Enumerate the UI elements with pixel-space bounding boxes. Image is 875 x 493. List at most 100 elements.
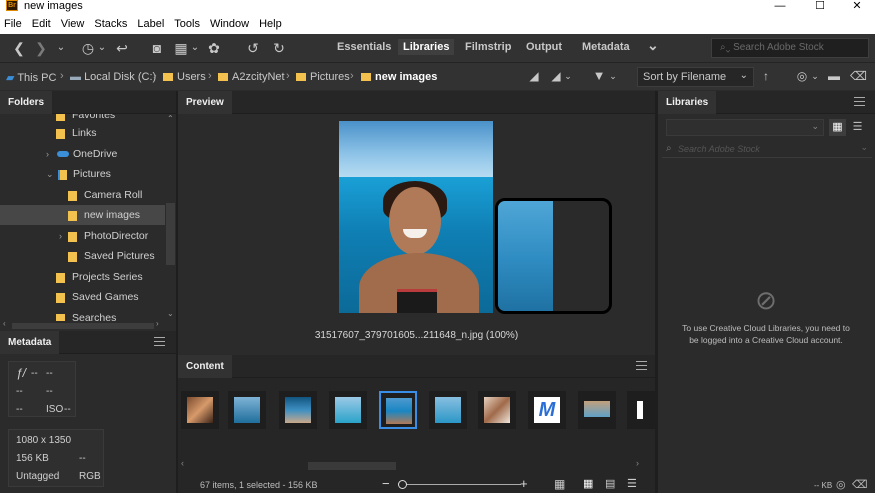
close-button[interactable]: ✕ — [842, 0, 872, 12]
tree-item-saved-pictures[interactable]: Saved Pictures — [0, 246, 165, 266]
chevron-down-icon[interactable]: ⌄ — [46, 164, 54, 184]
thumbnail[interactable] — [329, 391, 367, 429]
chevron-down-icon[interactable]: ⌄ — [190, 39, 200, 57]
thumbnail[interactable] — [478, 391, 516, 429]
chevron-right-icon[interactable]: › — [46, 144, 49, 164]
tree-item-pictures[interactable]: ⌄ Pictures — [0, 164, 165, 184]
view-thumbnails-icon[interactable]: ▦ — [583, 477, 593, 490]
creative-cloud-icon[interactable]: ◎ — [836, 478, 846, 491]
menu-tools[interactable]: Tools — [174, 18, 200, 30]
tree-item-projects-series[interactable]: Projects Series — [0, 267, 165, 287]
metadata-tab[interactable]: Metadata — [0, 331, 60, 354]
chevron-down-icon[interactable]: ⌄ — [563, 67, 573, 85]
chevron-right-icon[interactable]: › — [59, 226, 62, 246]
boomerang-icon[interactable]: ↩ — [114, 39, 130, 57]
list-view-icon[interactable]: ☰ — [849, 119, 866, 136]
rotate-right-icon[interactable]: ↻ — [270, 39, 288, 57]
open-in-camera-raw-icon[interactable]: ✿ — [205, 39, 223, 57]
sort-by-dropdown[interactable]: Sort by Filename ⌄ — [637, 67, 754, 87]
breadcrumb-a2zcitynet[interactable]: A2zcityNet — [218, 71, 285, 83]
thumbnail[interactable] — [181, 391, 219, 429]
minimize-button[interactable]: — — [765, 0, 795, 12]
preview-tab[interactable]: Preview — [178, 91, 232, 114]
scroll-up-icon[interactable]: ⌃ — [167, 114, 174, 123]
camera-import-icon[interactable]: ◙ — [148, 39, 166, 57]
workspace-output[interactable]: Output — [526, 41, 562, 53]
thumbnail[interactable] — [578, 391, 616, 429]
zoom-in-icon[interactable]: + — [520, 476, 528, 491]
menu-view[interactable]: View — [61, 18, 85, 30]
view-list-icon[interactable]: ☰ — [627, 477, 637, 490]
chevron-down-icon[interactable]: ⌄ — [55, 39, 67, 57]
thumbnail-selected[interactable] — [379, 391, 417, 429]
preview-image[interactable] — [339, 121, 493, 313]
thumbnail[interactable] — [627, 391, 655, 429]
panel-menu-icon[interactable] — [854, 97, 865, 106]
workspace-libraries[interactable]: Libraries — [398, 39, 455, 55]
folders-vertical-scrollbar[interactable]: ⌃ ⌄ — [165, 114, 176, 321]
tree-item-saved-games[interactable]: Saved Games — [0, 287, 165, 307]
scrollbar-thumb[interactable] — [308, 462, 396, 470]
workspace-more-chevron-icon[interactable]: ⌄ — [647, 37, 659, 54]
scrollbar-thumb[interactable] — [166, 203, 175, 265]
recent-files-icon[interactable]: ◎ — [793, 67, 811, 85]
recent-history-icon[interactable]: ◷ — [79, 39, 97, 57]
folders-tab[interactable]: Folders — [0, 91, 53, 114]
content-tab[interactable]: Content — [178, 355, 232, 378]
thumbnail[interactable] — [279, 391, 317, 429]
tree-item-photodirector[interactable]: › PhotoDirector — [0, 226, 165, 246]
breadcrumb-users[interactable]: Users — [163, 71, 206, 83]
library-select[interactable]: ⌄ — [666, 119, 824, 136]
delete-icon[interactable]: ⌫ — [852, 478, 868, 491]
rotate-left-icon[interactable]: ↺ — [244, 39, 262, 57]
view-details-icon[interactable]: ▤ — [605, 477, 615, 490]
breadcrumb-pictures[interactable]: Pictures — [296, 71, 350, 83]
tree-item-searches[interactable]: Searches — [0, 308, 165, 321]
library-search-input[interactable]: ⌕ Search Adobe Stock ⌄ — [662, 142, 872, 158]
back-arrow-icon[interactable]: ❮ — [12, 39, 26, 57]
menu-file[interactable]: File — [4, 18, 22, 30]
zoom-out-icon[interactable]: − — [382, 476, 390, 491]
chevron-down-icon[interactable]: ⌄ — [810, 67, 820, 85]
thumbnail-size-slider[interactable] — [398, 484, 521, 485]
workspace-metadata[interactable]: Metadata — [582, 41, 630, 53]
grid-lock-icon[interactable]: ▦ — [554, 477, 565, 491]
chevron-down-icon[interactable]: ⌄ — [97, 39, 107, 57]
menu-help[interactable]: Help — [259, 18, 282, 30]
workspace-filmstrip[interactable]: Filmstrip — [465, 41, 511, 53]
page-flip-loupe[interactable] — [495, 198, 612, 314]
content-horizontal-scrollbar[interactable]: ‹ › — [178, 458, 655, 472]
scroll-left-icon[interactable]: ‹ — [3, 319, 6, 328]
scrollbar-thumb[interactable] — [12, 323, 154, 329]
breadcrumb-this-pc[interactable]: ▰ This PC — [6, 71, 56, 84]
scroll-left-icon[interactable]: ‹ — [181, 458, 184, 468]
thumbnail[interactable] — [228, 391, 266, 429]
scroll-right-icon[interactable]: › — [156, 319, 159, 328]
slider-handle[interactable] — [398, 480, 407, 489]
menu-edit[interactable]: Edit — [32, 18, 51, 30]
breadcrumb-new-images[interactable]: new images — [361, 71, 437, 83]
breadcrumb-local-disk[interactable]: ▬ Local Disk (C:) — [70, 71, 156, 83]
forward-arrow-icon[interactable]: ❯ — [34, 39, 48, 57]
tree-item-camera-roll[interactable]: Camera Roll — [0, 185, 165, 205]
sort-ascending-icon[interactable]: ↑ — [760, 67, 772, 85]
scroll-right-icon[interactable]: › — [636, 458, 639, 468]
filter-icon[interactable]: ▼ — [591, 67, 607, 85]
menu-window[interactable]: Window — [210, 18, 249, 30]
tree-item-links[interactable]: Links — [0, 123, 165, 143]
workspace-essentials[interactable]: Essentials — [337, 41, 391, 53]
search-adobe-stock-input[interactable]: ⌕⌄ Search Adobe Stock — [711, 38, 869, 58]
quality-icon[interactable]: ◢ — [526, 67, 542, 85]
new-folder-icon[interactable]: ▬ — [826, 67, 842, 85]
libraries-tab[interactable]: Libraries — [658, 91, 717, 114]
delete-icon[interactable]: ⌫ — [850, 67, 867, 85]
panel-menu-icon[interactable] — [636, 361, 647, 370]
panel-menu-icon[interactable] — [154, 337, 165, 346]
grid-view-icon[interactable]: ▦ — [829, 119, 846, 136]
thumbnail[interactable] — [429, 391, 467, 429]
menu-stacks[interactable]: Stacks — [94, 18, 127, 30]
scroll-down-icon[interactable]: ⌄ — [167, 309, 174, 318]
tree-item-onedrive[interactable]: › OneDrive — [0, 144, 165, 164]
folders-horizontal-scrollbar[interactable]: ‹ › — [0, 319, 165, 331]
refine-icon[interactable]: ▦ — [172, 39, 190, 57]
